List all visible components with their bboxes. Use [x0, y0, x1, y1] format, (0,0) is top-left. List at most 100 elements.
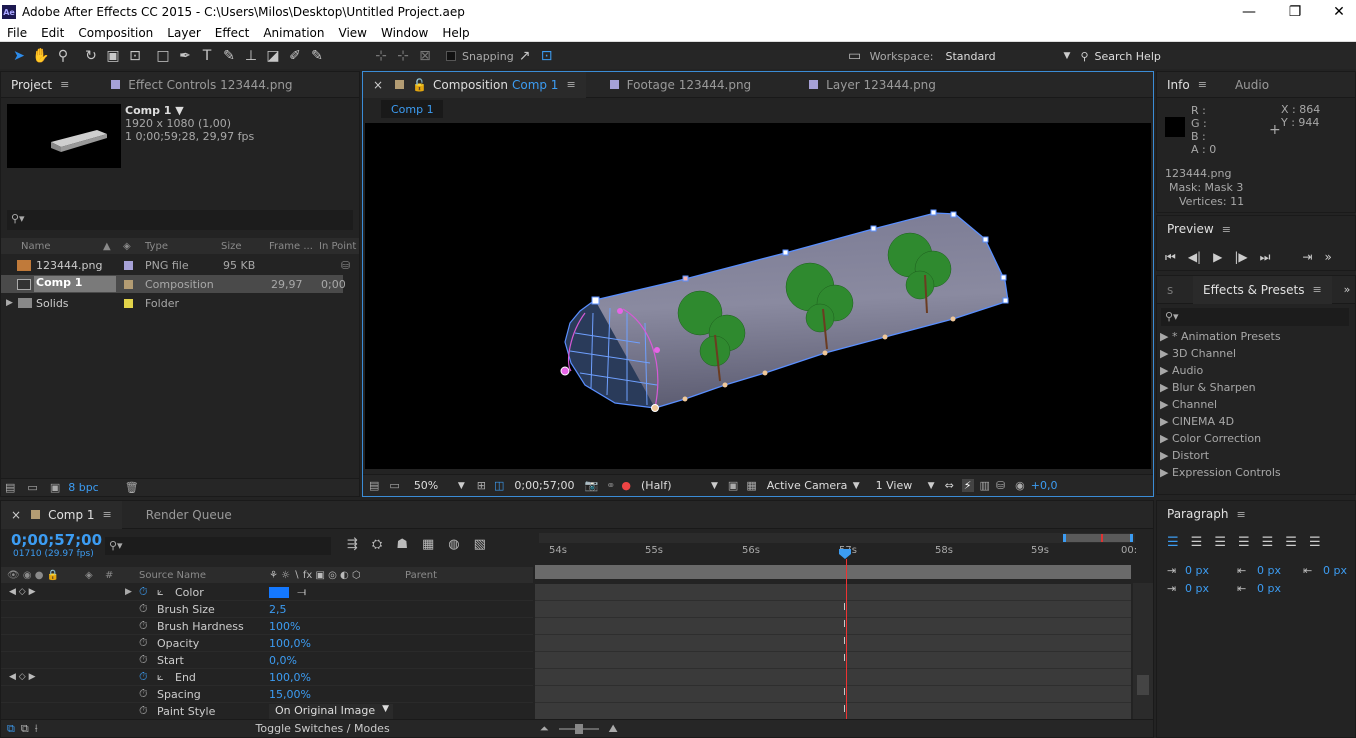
channel-rgb-icon[interactable]: ●	[621, 479, 631, 492]
project-item-selected[interactable]: Comp 1 Composition 29,97 0;00	[1, 275, 346, 293]
paint-style-select[interactable]: On Original Image ▼	[269, 703, 393, 719]
justify-all-icon[interactable]: ☰	[1309, 535, 1321, 550]
toggle-pixel-aspect-icon[interactable]: ⇔	[945, 479, 954, 492]
tab-effects-presets[interactable]: Effects & Presets ≡	[1193, 275, 1332, 304]
local-axis-icon[interactable]: ⊹	[370, 45, 392, 67]
monitor-icon[interactable]: ▭	[389, 479, 399, 492]
time-ruler[interactable]: 54s 55s 56s 57s 58s 59s 00:	[539, 545, 1137, 565]
more-panels-icon[interactable]: »	[1344, 283, 1351, 296]
in-out-icon[interactable]: ⟊	[35, 722, 38, 736]
space-before-field[interactable]: 0 px	[1257, 564, 1281, 577]
search-help-input[interactable]: Search Help	[1095, 50, 1161, 63]
draft-3d-icon[interactable]: ⛭	[372, 537, 382, 552]
roto-brush-tool-icon[interactable]: ✐	[284, 45, 306, 67]
tab-audio[interactable]: Audio	[1225, 72, 1279, 98]
timeline-current-time[interactable]: 0;00;57;00	[11, 531, 102, 549]
fast-previews-icon[interactable]: ⚡	[961, 479, 974, 492]
tab-footage[interactable]: Footage 123444.png	[600, 72, 762, 98]
menu-file[interactable]: File	[0, 26, 34, 40]
align-center-icon[interactable]: ☰	[1191, 535, 1203, 550]
play-icon[interactable]: ▶	[1213, 250, 1222, 265]
navigator-bar[interactable]	[535, 565, 1131, 579]
align-right-icon[interactable]: ☰	[1214, 535, 1226, 550]
effect-category[interactable]: ▶ Color Correction	[1160, 432, 1261, 445]
zoom-tool-icon[interactable]: ⚲	[52, 45, 74, 67]
pen-tool-icon[interactable]: ✒	[174, 45, 196, 67]
property-row-brush-size[interactable]: ⏱ Brush Size 2,5	[1, 601, 533, 618]
more-icon[interactable]: »	[1324, 250, 1331, 265]
toggle-switches-modes-button[interactable]: Toggle Switches / Modes	[256, 722, 390, 735]
property-row-brush-hardness[interactable]: ⏱ Brush Hardness 100%	[1, 618, 533, 635]
justify-center-icon[interactable]: ☰	[1262, 535, 1274, 550]
flowchart-icon[interactable]: ⛁	[996, 479, 1005, 492]
new-comp-icon[interactable]: ▣	[50, 481, 60, 494]
effect-category[interactable]: ▶ CINEMA 4D	[1160, 415, 1234, 428]
camera-tool-icon[interactable]: ▣	[102, 45, 124, 67]
tab-preview[interactable]: Preview ≡	[1157, 216, 1241, 242]
menu-window[interactable]: Window	[374, 26, 435, 40]
hand-tool-icon[interactable]: ✋	[30, 45, 52, 67]
zoom-slider[interactable]	[558, 723, 599, 734]
effect-category[interactable]: ▶ 3D Channel	[1160, 347, 1236, 360]
effect-category[interactable]: ▶ Blur & Sharpen	[1160, 381, 1256, 394]
tab-effect-controls[interactable]: Effect Controls 123444.png	[101, 72, 302, 98]
effect-category[interactable]: ▶ * Animation Presets	[1160, 330, 1281, 343]
selection-tool-icon[interactable]: ➤	[8, 45, 30, 67]
property-row-start[interactable]: ⏱ Start 0,0%	[1, 652, 533, 669]
project-item[interactable]: ▶ Solids Folder	[1, 294, 359, 312]
indent-left-field[interactable]: 0 px	[1185, 564, 1209, 577]
effect-category[interactable]: ▶ Channel	[1160, 398, 1217, 411]
maximize-button[interactable]: ❐	[1272, 0, 1318, 24]
eyedropper-icon[interactable]: ⟞	[297, 585, 306, 599]
last-frame-icon[interactable]: ⏭	[1260, 250, 1271, 265]
resolution-select[interactable]: (Half)	[641, 479, 711, 492]
effect-category[interactable]: ▶ Distort	[1160, 449, 1209, 462]
world-axis-icon[interactable]: ⊹	[392, 45, 414, 67]
zoom-in-icon[interactable]: ⛰	[609, 722, 618, 736]
reset-exposure-icon[interactable]: ◉	[1015, 479, 1025, 492]
effects-search-input[interactable]: ⚲▾	[1161, 308, 1349, 326]
zoom-out-icon[interactable]: ⏶	[540, 722, 549, 736]
tab-layer[interactable]: Layer 123444.png	[799, 72, 946, 98]
menu-help[interactable]: Help	[435, 26, 476, 40]
menu-animation[interactable]: Animation	[256, 26, 331, 40]
work-area-bar[interactable]	[539, 533, 1135, 543]
graph-editor-icon[interactable]: ▧	[474, 537, 486, 552]
menu-composition[interactable]: Composition	[71, 26, 160, 40]
snapping-checkbox[interactable]	[446, 51, 456, 61]
transfer-controls-icon[interactable]: ⧉	[21, 722, 29, 736]
indent-right-field[interactable]: 0 px	[1323, 564, 1347, 577]
justify-left-icon[interactable]: ☰	[1238, 535, 1250, 550]
region-of-interest-icon[interactable]: ▣	[728, 479, 738, 492]
project-search-input[interactable]: ⚲▾	[7, 210, 353, 230]
snap-edge-icon[interactable]: ↗	[514, 45, 536, 67]
loop-icon[interactable]: ⇥	[1302, 250, 1312, 265]
column-frame-rate[interactable]: Frame ...	[269, 241, 313, 252]
menu-view[interactable]: View	[332, 26, 374, 40]
timeline-search-input[interactable]: ⚲▾	[105, 537, 331, 555]
safe-zones-icon[interactable]: ⊞	[477, 479, 486, 492]
column-size[interactable]: Size	[221, 241, 242, 252]
new-folder-icon[interactable]: ▭	[27, 481, 37, 494]
pan-behind-tool-icon[interactable]: ⊡	[124, 45, 146, 67]
camera-select[interactable]: Active Camera	[767, 479, 853, 492]
next-frame-icon[interactable]: |▶	[1234, 250, 1247, 265]
first-line-field[interactable]: 0 px	[1185, 582, 1209, 595]
bit-depth-button[interactable]: 8 bpc	[68, 481, 99, 494]
menu-layer[interactable]: Layer	[160, 26, 207, 40]
rectangle-tool-icon[interactable]: □	[152, 45, 174, 67]
rotate-tool-icon[interactable]: ↻	[80, 45, 102, 67]
tab-render-queue[interactable]: Render Queue	[136, 501, 242, 529]
menu-edit[interactable]: Edit	[34, 26, 71, 40]
clone-stamp-tool-icon[interactable]: ⊥	[240, 45, 262, 67]
column-type[interactable]: Type	[145, 241, 168, 252]
shy-layers-icon[interactable]: ☗	[396, 537, 408, 552]
property-row-color[interactable]: ◀ ◇ ▶ ▶ ⏱ ⟀ Color ⟞	[1, 584, 533, 601]
timeline-icon[interactable]: ▥	[980, 479, 990, 492]
frame-blending-icon[interactable]: ▦	[422, 537, 434, 552]
tab-comp-timeline[interactable]: × Comp 1 ≡	[1, 500, 122, 529]
justify-right-icon[interactable]: ☰	[1285, 535, 1297, 550]
timeline-scrollbar[interactable]	[1133, 583, 1153, 719]
align-left-icon[interactable]: ☰	[1167, 535, 1179, 550]
workspace-select[interactable]: Standard	[946, 50, 1056, 63]
